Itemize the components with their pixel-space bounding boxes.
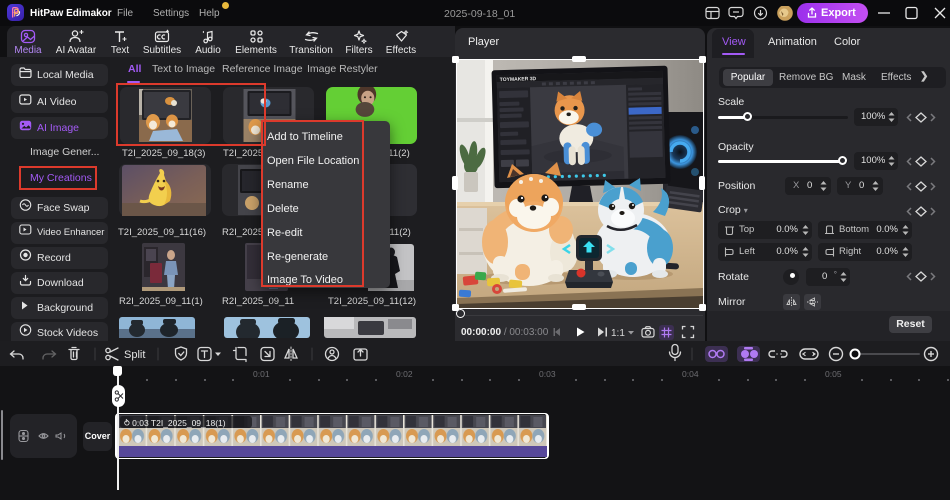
svg-text:Split: Split bbox=[124, 349, 145, 361]
svg-text:1:1: 1:1 bbox=[611, 328, 625, 339]
